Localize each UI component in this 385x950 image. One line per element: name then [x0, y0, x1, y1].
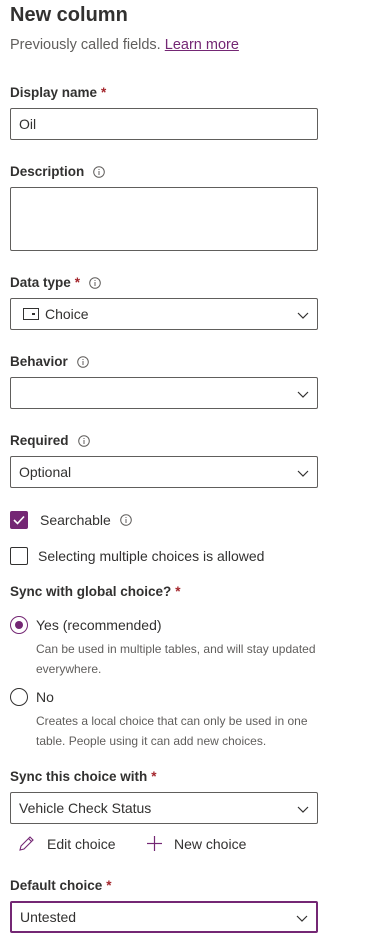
- data-type-value: Choice: [45, 306, 89, 322]
- pencil-icon: [18, 835, 35, 852]
- sync-yes-radio[interactable]: [10, 616, 28, 634]
- chevron-down-icon: [297, 308, 309, 320]
- behavior-label-text: Behavior: [10, 354, 68, 369]
- behavior-label: Behavior: [10, 354, 89, 369]
- sync-global-label-text: Sync with global choice?: [10, 584, 172, 599]
- required-label: Required: [10, 433, 90, 448]
- panel-subtitle: Previously called fields. Learn more: [10, 37, 239, 53]
- description-label-text: Description: [10, 164, 85, 179]
- display-name-label-text: Display name: [10, 85, 98, 100]
- required-dropdown[interactable]: Optional: [10, 456, 318, 488]
- description-textarea[interactable]: [10, 187, 318, 251]
- new-choice-button[interactable]: New choice: [146, 835, 246, 852]
- multiple-choices-label: Selecting multiple choices is allowed: [38, 548, 265, 564]
- required-marker: *: [106, 878, 112, 893]
- searchable-checkbox[interactable]: [10, 511, 28, 529]
- searchable-label: Searchable: [40, 512, 111, 528]
- default-choice-label: Default choice *: [10, 878, 112, 893]
- new-choice-label: New choice: [174, 835, 247, 852]
- sync-no-label: No: [36, 689, 54, 705]
- plus-icon: [146, 835, 163, 852]
- chevron-down-icon: [297, 387, 309, 399]
- default-choice-dropdown[interactable]: Untested: [10, 901, 318, 933]
- sync-no-radio[interactable]: [10, 688, 28, 706]
- display-name-value: Oil: [19, 116, 37, 132]
- required-value: Optional: [19, 464, 72, 480]
- edit-choice-label: Edit choice: [47, 835, 116, 852]
- sync-choice-dropdown[interactable]: Vehicle Check Status: [10, 792, 318, 824]
- chevron-down-icon: [297, 466, 309, 478]
- checkmark-icon: [13, 515, 25, 525]
- data-type-label: Data type *: [10, 275, 101, 290]
- default-choice-label-text: Default choice: [10, 878, 103, 893]
- info-icon[interactable]: [93, 165, 106, 178]
- subtitle-text: Previously called fields.: [10, 37, 161, 53]
- sync-choice-label-text: Sync this choice with: [10, 769, 148, 784]
- searchable-label-row: Searchable: [40, 512, 132, 528]
- display-name-label: Display name *: [10, 85, 106, 100]
- description-label: Description: [10, 164, 106, 179]
- sync-yes-description: Can be used in multiple tables, and will…: [36, 642, 316, 676]
- learn-more-link[interactable]: Learn more: [165, 37, 239, 53]
- multiple-choices-checkbox[interactable]: [10, 547, 28, 565]
- panel-title: New column: [10, 4, 128, 26]
- default-choice-value: Untested: [20, 909, 77, 925]
- info-icon[interactable]: [120, 514, 132, 526]
- chevron-down-icon: [297, 802, 309, 814]
- data-type-label-text: Data type: [10, 275, 71, 290]
- info-icon[interactable]: [89, 276, 101, 289]
- data-type-dropdown[interactable]: Choice: [10, 298, 318, 330]
- sync-yes-label: Yes (recommended): [36, 617, 162, 633]
- behavior-dropdown[interactable]: [10, 377, 318, 409]
- required-marker: *: [175, 584, 181, 599]
- choice-type-icon: [23, 307, 39, 325]
- sync-no-description: Creates a local choice that can only be …: [36, 714, 308, 748]
- info-icon[interactable]: [76, 355, 89, 368]
- required-marker: *: [151, 769, 157, 784]
- required-label-text: Required: [10, 433, 69, 448]
- required-marker: *: [74, 275, 81, 290]
- sync-choice-value: Vehicle Check Status: [19, 800, 152, 816]
- chevron-down-icon: [296, 911, 308, 923]
- display-name-input[interactable]: Oil: [10, 108, 318, 140]
- info-icon[interactable]: [77, 434, 90, 447]
- sync-choice-label: Sync this choice with *: [10, 769, 157, 784]
- required-marker: *: [101, 85, 107, 100]
- sync-global-label: Sync with global choice? *: [10, 584, 181, 599]
- edit-choice-button[interactable]: Edit choice: [18, 835, 115, 852]
